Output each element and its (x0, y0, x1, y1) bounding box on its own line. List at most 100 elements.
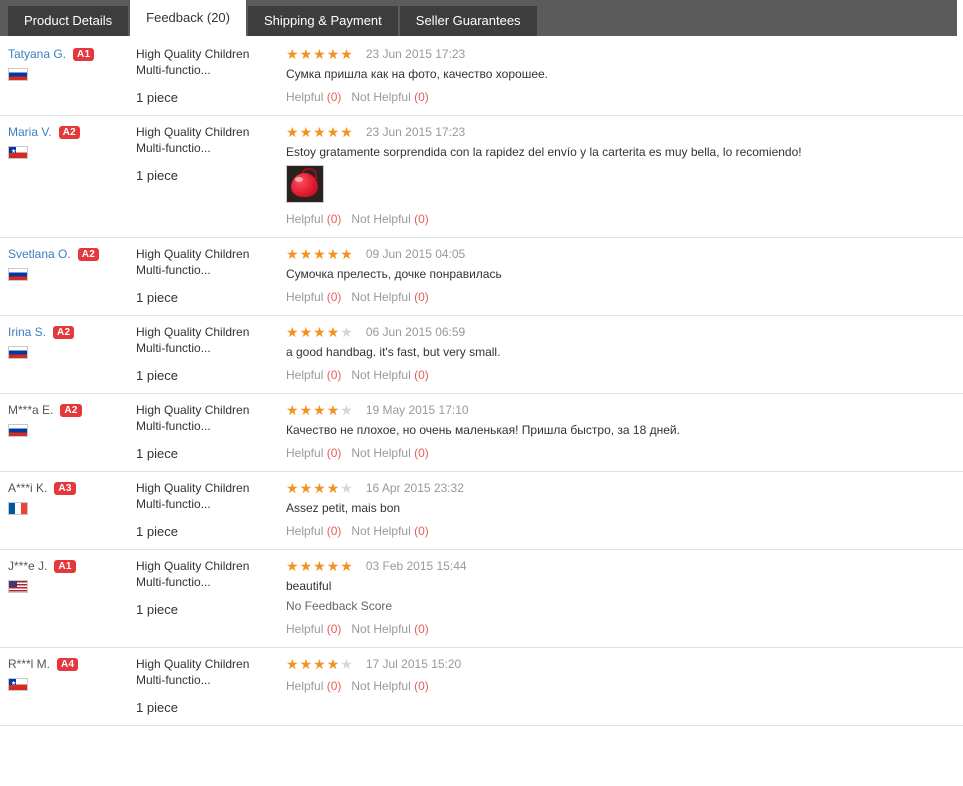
helpful-button[interactable]: Helpful (0) (286, 368, 341, 382)
star-icon: ★ (299, 558, 314, 574)
feedback-content-cell: ★★★★★ 06 Jun 2015 06:59 a good handbag. it… (286, 324, 963, 383)
product-quantity: 1 piece (136, 446, 178, 461)
not-helpful-button[interactable]: Not Helpful (0) (351, 679, 428, 693)
helpful-button[interactable]: Helpful (0) (286, 90, 341, 104)
feedback-date: 17 Jul 2015 15:20 (365, 657, 462, 671)
buyer-level-badge[interactable]: A2 (77, 247, 100, 261)
star-icon: ★ (299, 124, 314, 140)
feedback-date: 09 Jun 2015 04:05 (365, 247, 466, 261)
not-helpful-label: Not Helpful (351, 446, 411, 460)
not-helpful-button[interactable]: Not Helpful (0) (351, 524, 428, 538)
buyer-level-badge[interactable]: A1 (54, 559, 76, 573)
not-helpful-count: (0) (414, 446, 429, 460)
helpful-line: Helpful (0) Not Helpful (0) (286, 289, 953, 305)
feedback-comment: Сумка пришла как на фото, качество хорош… (286, 67, 548, 81)
country-flag-cl-icon (8, 146, 28, 159)
rating-line: ★★★★★ 16 Apr 2015 23:32 (286, 480, 953, 496)
feedback-row: A***i K. A3 High Quality Children Multi-fu… (0, 472, 963, 550)
helpful-button[interactable]: Helpful (0) (286, 290, 341, 304)
star-icon: ★ (313, 402, 327, 418)
helpful-button[interactable]: Helpful (0) (286, 679, 341, 693)
feedback-row: Irina S. A2 High Quality Children Multi-fu… (0, 316, 963, 394)
product-title[interactable]: High Quality Children Multi-functio... (136, 324, 278, 356)
feedback-user-cell: M***a E. A2 (0, 402, 136, 461)
user-name[interactable]: A***i K. (8, 480, 47, 496)
country-flag-ru-icon (8, 346, 28, 359)
product-title[interactable]: High Quality Children Multi-functio... (136, 124, 278, 156)
user-line: Maria V. A2 (8, 124, 136, 140)
buyer-level-badge[interactable]: A1 (73, 47, 95, 61)
star-icon: ★ (326, 558, 341, 574)
star-rating: ★★★★★ (286, 656, 354, 672)
user-name[interactable]: Svetlana O. (8, 246, 71, 262)
buyer-level-badge[interactable]: A3 (54, 481, 76, 495)
feedback-product-cell: High Quality Children Multi-functio... 1 … (136, 656, 286, 715)
star-icon: ★ (313, 558, 327, 574)
product-title[interactable]: High Quality Children Multi-functio... (136, 480, 278, 512)
not-helpful-button[interactable]: Not Helpful (0) (351, 368, 428, 382)
tab-shipping-payment[interactable]: Shipping & Payment (247, 6, 398, 36)
not-helpful-count: (0) (414, 524, 429, 538)
feedback-row: Tatyana G. A1 High Quality Children Multi-… (0, 38, 963, 116)
user-name[interactable]: Tatyana G. (8, 46, 66, 62)
user-name[interactable]: Maria V. (8, 124, 52, 140)
product-quantity: 1 piece (136, 602, 178, 617)
star-rating: ★★★★★ (286, 124, 354, 140)
feedback-date: 16 Apr 2015 23:32 (365, 481, 464, 495)
not-helpful-label: Not Helpful (351, 212, 411, 226)
helpful-button[interactable]: Helpful (0) (286, 622, 341, 636)
star-rating: ★★★★★ (286, 324, 354, 340)
feedback-row: Svetlana O. A2 High Quality Children Multi… (0, 238, 963, 316)
not-helpful-button[interactable]: Not Helpful (0) (351, 446, 428, 460)
feedback-content-cell: ★★★★★ 19 May 2015 17:10 Качество не плохое… (286, 402, 963, 461)
feedback-comment: beautiful (286, 579, 332, 593)
buyer-level-badge[interactable]: A4 (57, 657, 79, 671)
product-title[interactable]: High Quality Children Multi-functio... (136, 246, 278, 278)
helpful-count: (0) (326, 290, 342, 304)
rating-line: ★★★★★ 09 Jun 2015 04:05 (286, 246, 953, 262)
tab-seller-guarantees[interactable]: Seller Guarantees (399, 6, 537, 36)
rating-line: ★★★★★ 06 Jun 2015 06:59 (286, 324, 953, 340)
star-icon: ★ (299, 324, 314, 340)
feedback-photo-thumbnail[interactable] (286, 165, 324, 203)
star-icon: ★ (340, 124, 354, 140)
buyer-level-badge[interactable]: A2 (53, 325, 75, 339)
star-icon: ★ (286, 402, 300, 418)
user-name[interactable]: M***a E. (8, 402, 53, 418)
not-helpful-button[interactable]: Not Helpful (0) (351, 290, 428, 304)
buyer-level-badge[interactable]: A2 (58, 125, 80, 139)
rating-line: ★★★★★ 23 Jun 2015 17:23 (286, 124, 953, 140)
star-icon: ★ (286, 656, 300, 672)
feedback-product-cell: High Quality Children Multi-functio... 1 … (136, 324, 286, 383)
product-title[interactable]: High Quality Children Multi-functio... (136, 46, 278, 78)
star-icon: ★ (286, 480, 300, 496)
helpful-button[interactable]: Helpful (0) (286, 446, 341, 460)
user-name[interactable]: R***l M. (8, 656, 50, 672)
not-helpful-count: (0) (414, 622, 429, 636)
not-helpful-button[interactable]: Not Helpful (0) (351, 622, 428, 636)
helpful-button[interactable]: Helpful (0) (286, 212, 341, 226)
buyer-level-badge[interactable]: A2 (60, 403, 82, 417)
star-icon: ★ (340, 480, 354, 496)
not-helpful-label: Not Helpful (351, 622, 411, 636)
user-name[interactable]: Irina S. (8, 324, 46, 340)
star-icon: ★ (326, 324, 341, 340)
star-icon: ★ (313, 480, 327, 496)
helpful-button[interactable]: Helpful (0) (286, 524, 341, 538)
user-name[interactable]: J***e J. (8, 558, 47, 574)
star-icon: ★ (313, 246, 327, 262)
star-icon: ★ (340, 402, 354, 418)
feedback-comment: Сумочка прелесть, дочке понравилась (286, 267, 502, 281)
product-title[interactable]: High Quality Children Multi-functio... (136, 558, 278, 590)
feedback-user-cell: R***l M. A4 (0, 656, 136, 715)
product-title[interactable]: High Quality Children Multi-functio... (136, 656, 278, 688)
helpful-line: Helpful (0) Not Helpful (0) (286, 678, 953, 694)
star-icon: ★ (299, 480, 314, 496)
not-helpful-button[interactable]: Not Helpful (0) (351, 90, 428, 104)
not-helpful-button[interactable]: Not Helpful (0) (351, 212, 428, 226)
feedback-content-cell: ★★★★★ 16 Apr 2015 23:32 Assez petit, mais … (286, 480, 963, 539)
tab-feedback-20[interactable]: Feedback (20) (130, 0, 246, 36)
tab-product-details[interactable]: Product Details (8, 6, 129, 36)
not-helpful-count: (0) (414, 368, 429, 382)
product-title[interactable]: High Quality Children Multi-functio... (136, 402, 278, 434)
